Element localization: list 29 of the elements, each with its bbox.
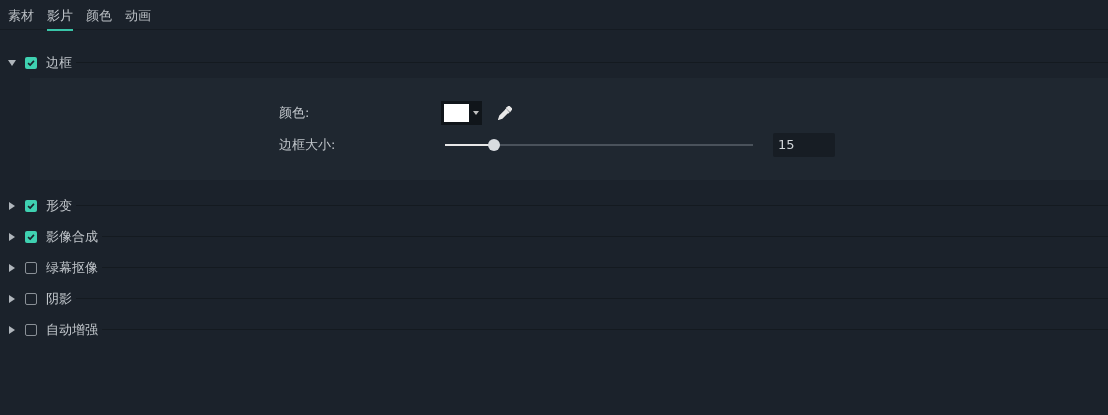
section-title: 形变 [46,196,72,215]
eyedropper-icon[interactable] [498,106,512,120]
section-title: 阴影 [46,289,72,308]
expand-caret-icon[interactable] [8,201,16,210]
section-title: 自动增强 [46,320,98,339]
expand-caret-icon[interactable] [8,294,16,303]
caret-icon [473,111,479,115]
tab[interactable]: 颜色 [86,0,112,31]
expand-caret-icon[interactable] [8,325,16,334]
checkbox[interactable] [25,230,37,243]
tab[interactable]: 动画 [125,0,151,31]
color-picker-dropdown[interactable] [441,101,482,125]
slider-handle[interactable] [488,139,501,151]
checkbox[interactable] [25,323,37,336]
tab[interactable]: 素材 [8,0,34,31]
section-title: 边框 [46,53,72,72]
checkbox[interactable] [25,56,37,69]
tab[interactable]: 影片 [47,0,73,31]
checkbox[interactable] [25,199,37,212]
checkbox[interactable] [25,261,37,274]
section-title: 绿幕抠像 [46,258,98,277]
expand-caret-icon[interactable] [8,263,16,272]
expand-caret-icon[interactable] [8,59,16,66]
expand-caret-icon[interactable] [8,232,16,241]
section-title: 影像合成 [46,227,98,246]
field-label: 颜色: [279,104,311,123]
size-input-field[interactable]: 15 [773,133,835,157]
field-label: 边框大小: [279,136,337,155]
checkbox[interactable] [25,292,37,305]
